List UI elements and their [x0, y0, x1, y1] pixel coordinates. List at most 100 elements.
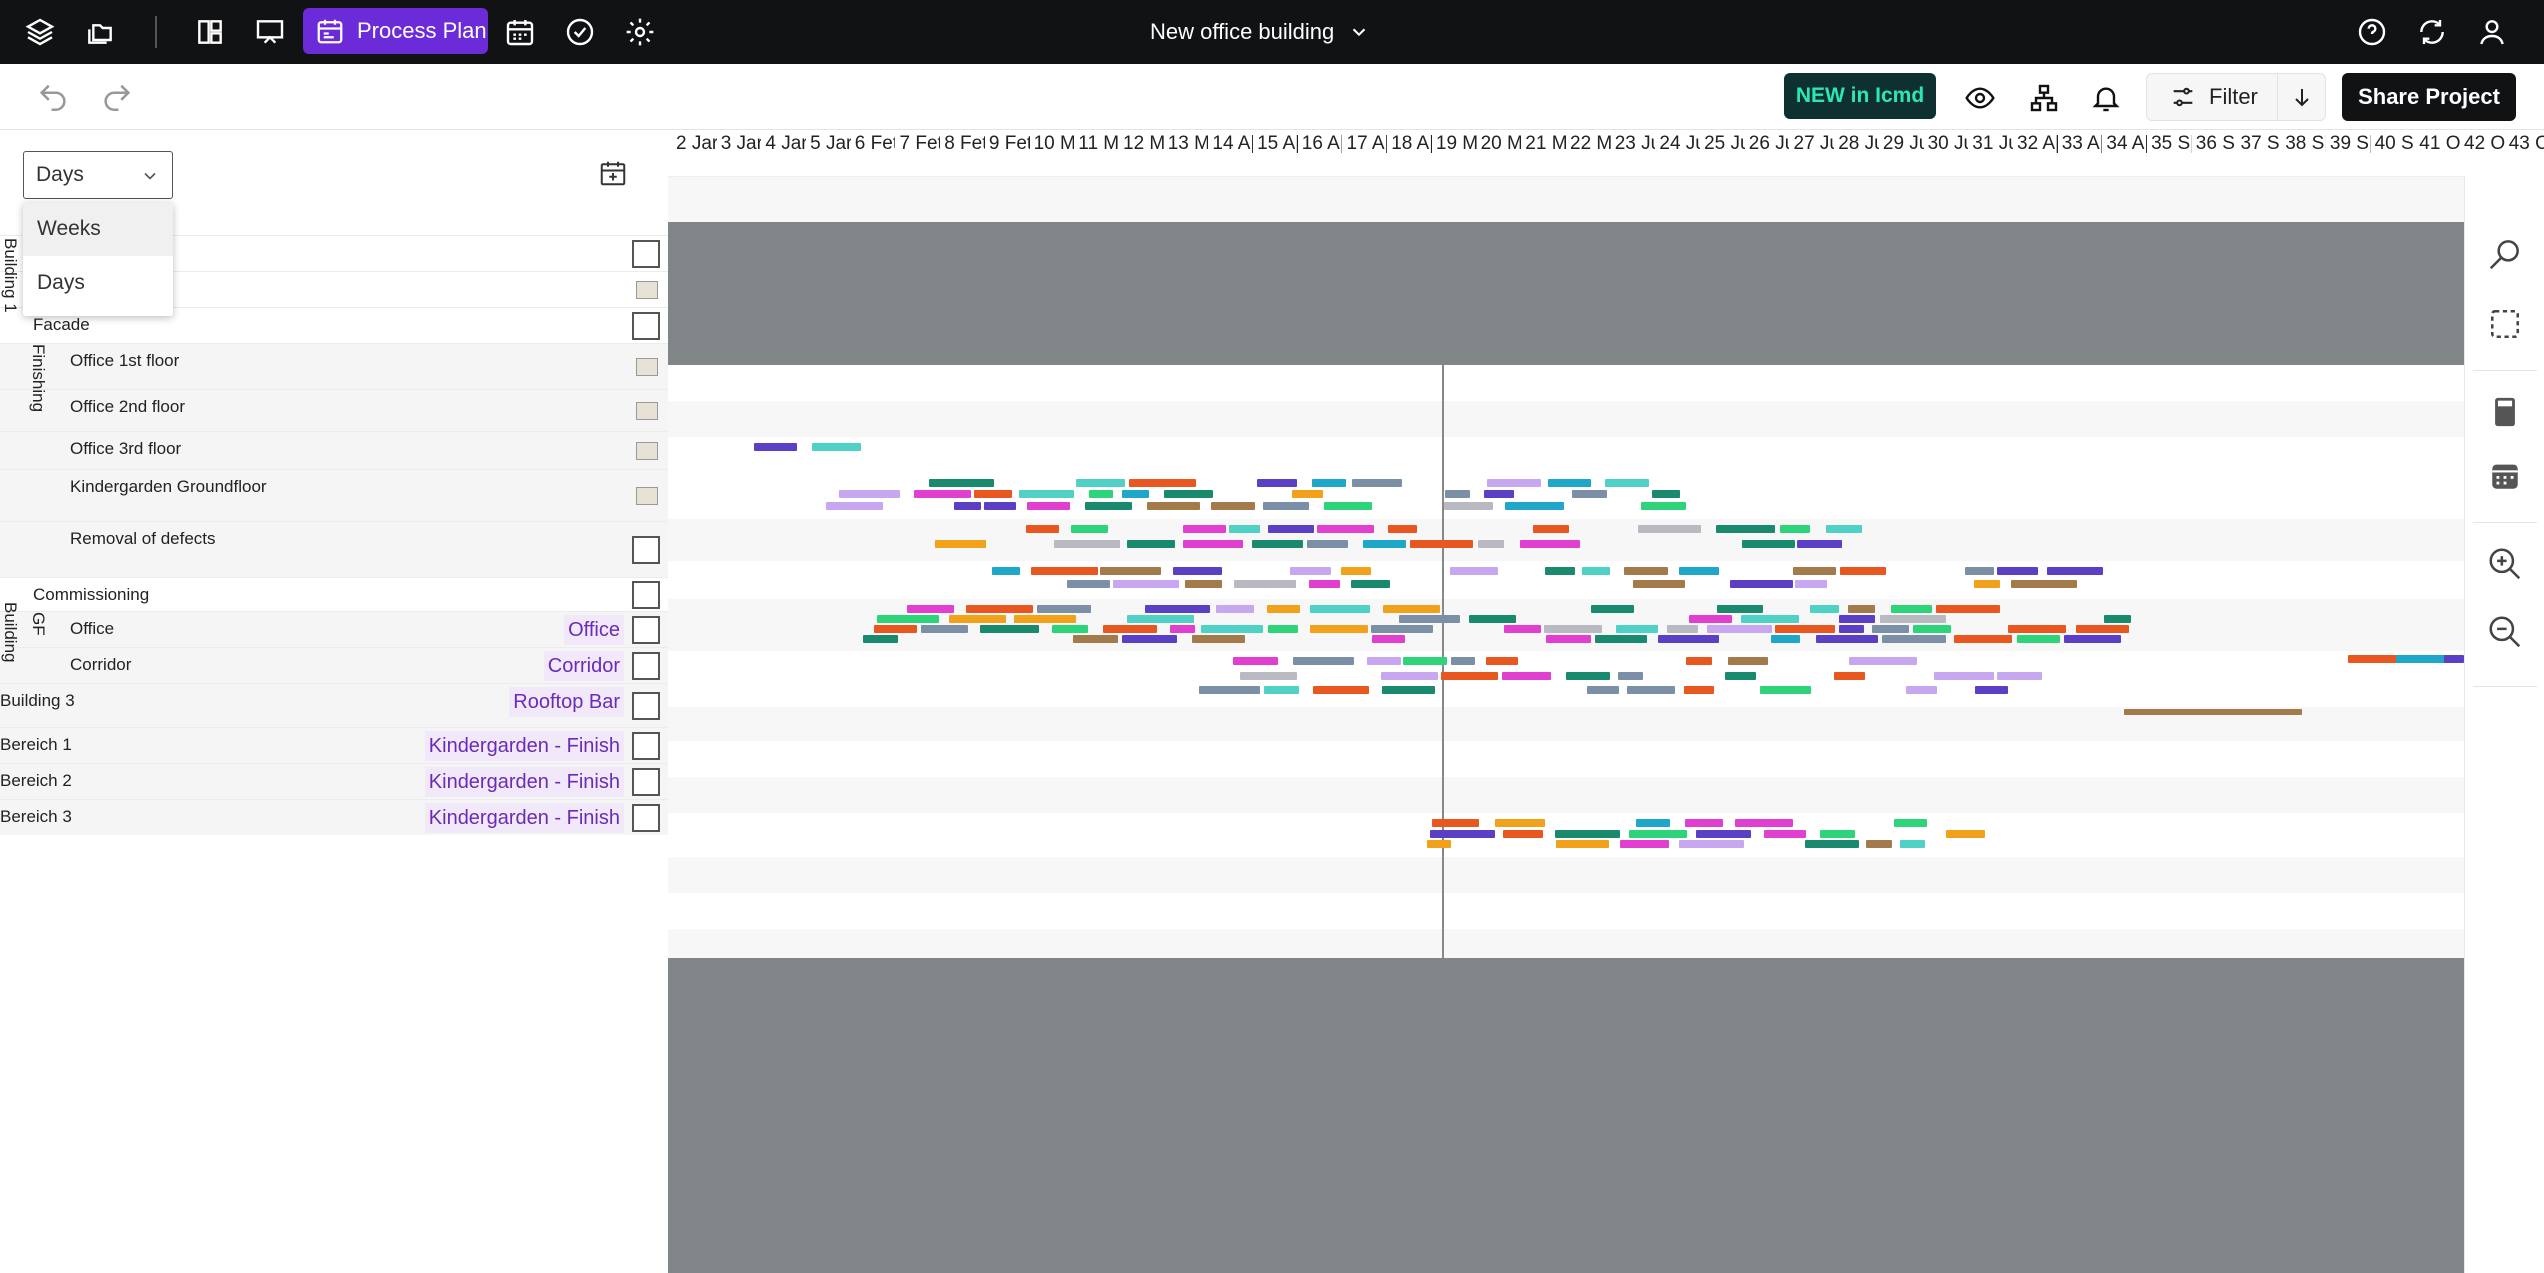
task-bar[interactable] — [1727, 657, 1769, 665]
row-item[interactable]: Kindergarden Groundfloor — [0, 469, 668, 521]
task-bar[interactable] — [1880, 615, 1946, 623]
task-bar[interactable] — [1503, 625, 1541, 633]
task-bar[interactable] — [1595, 635, 1648, 643]
task-bar[interactable] — [1997, 671, 2043, 680]
task-bar[interactable] — [1974, 580, 2000, 588]
row-item[interactable]: Office 2nd floor — [0, 389, 668, 431]
zoom-out-icon[interactable] — [2485, 612, 2525, 652]
task-bar[interactable] — [1232, 657, 1278, 665]
task-bar[interactable] — [934, 540, 987, 548]
task-bar[interactable] — [1191, 635, 1246, 643]
row-item[interactable]: Commissioning — [0, 577, 668, 611]
process-tag[interactable]: Kindergarden - Finish — [424, 731, 624, 761]
task-bar[interactable] — [1341, 567, 1372, 575]
task-bar[interactable] — [1628, 829, 1687, 838]
task-bar[interactable] — [1494, 819, 1545, 827]
task-bar[interactable] — [1267, 625, 1298, 633]
task-bar[interactable] — [1900, 840, 1926, 849]
sort-down-button[interactable] — [2278, 74, 2325, 120]
folders-icon[interactable] — [82, 14, 118, 50]
task-bar[interactable] — [2444, 655, 2464, 663]
process-tag[interactable]: Kindergarden - Finish — [424, 767, 624, 797]
task-bar[interactable] — [1145, 605, 1210, 613]
task-bar[interactable] — [1019, 490, 1074, 499]
row-item[interactable]: Office Office — [0, 611, 668, 647]
dashboard-icon[interactable] — [192, 14, 228, 50]
task-bar[interactable] — [948, 615, 1007, 623]
task-bar[interactable] — [1381, 686, 1435, 695]
row-checkbox[interactable] — [632, 616, 660, 644]
task-bar[interactable] — [1429, 829, 1495, 838]
task-bar[interactable] — [1735, 819, 1793, 827]
task-bar[interactable] — [1468, 615, 1517, 623]
task-bar[interactable] — [826, 501, 883, 510]
help-icon[interactable] — [2354, 14, 2390, 50]
task-bar[interactable] — [1543, 625, 1603, 633]
row-item[interactable]: Building 3 Rooftop Bar — [0, 683, 668, 727]
task-bar[interactable] — [1266, 605, 1300, 613]
task-bar[interactable] — [973, 490, 1012, 499]
process-tag[interactable]: Office — [564, 615, 624, 645]
task-bar[interactable] — [1637, 525, 1701, 533]
task-bar[interactable] — [1409, 540, 1473, 548]
task-bar[interactable] — [1572, 490, 1607, 499]
task-bar[interactable] — [1532, 525, 1570, 533]
task-bar[interactable] — [1544, 567, 1576, 575]
calendar-icon[interactable] — [502, 14, 538, 50]
task-bar[interactable] — [1444, 501, 1493, 510]
task-bar[interactable] — [1545, 635, 1591, 643]
task-bar[interactable] — [1146, 501, 1200, 510]
task-bar[interactable] — [1780, 525, 1811, 533]
task-bar[interactable] — [1715, 525, 1776, 533]
task-bar[interactable] — [1906, 686, 1937, 695]
task-bar[interactable] — [966, 605, 1033, 613]
floorplan-thumbnail[interactable] — [636, 402, 658, 420]
task-bar[interactable] — [1485, 657, 1518, 665]
gear-icon[interactable] — [622, 14, 658, 50]
task-bar[interactable] — [1683, 686, 1714, 695]
redo-icon[interactable] — [100, 80, 134, 114]
task-bar[interactable] — [1632, 580, 1685, 588]
task-bar[interactable] — [1794, 580, 1827, 588]
process-tag[interactable]: Kindergarden - Finish — [424, 803, 624, 833]
row-item[interactable]: Corridor Corridor — [0, 647, 668, 683]
task-bar[interactable] — [1070, 525, 1109, 533]
task-bar[interactable] — [1173, 567, 1223, 575]
task-bar[interactable] — [1881, 635, 1947, 643]
task-bar[interactable] — [1267, 525, 1315, 533]
process-tag[interactable]: Corridor — [543, 651, 624, 681]
task-bar[interactable] — [1211, 501, 1256, 510]
task-bar[interactable] — [1263, 501, 1310, 510]
task-bar[interactable] — [1623, 567, 1668, 575]
task-bar[interactable] — [1586, 686, 1620, 695]
new-in-icmd-badge[interactable]: NEW in Icmd — [1784, 73, 1936, 119]
row-checkbox[interactable] — [632, 536, 660, 564]
task-bar[interactable] — [1292, 657, 1355, 665]
task-bar[interactable] — [1089, 490, 1114, 499]
task-bar[interactable] — [1444, 490, 1470, 499]
calculator-icon[interactable] — [2485, 392, 2525, 432]
task-bar[interactable] — [1388, 525, 1417, 533]
task-bar[interactable] — [1565, 671, 1611, 680]
row-checkbox[interactable] — [632, 652, 660, 680]
project-switcher[interactable]: New office building — [1150, 14, 1370, 50]
task-bar[interactable] — [953, 501, 982, 510]
task-bar[interactable] — [1372, 635, 1405, 643]
task-bar[interactable] — [1311, 479, 1347, 487]
task-bar[interactable] — [1839, 567, 1886, 575]
check-circle-icon[interactable] — [562, 14, 598, 50]
process-plan-tab[interactable]: Process Plan — [303, 8, 488, 54]
task-bar[interactable] — [1307, 540, 1348, 548]
scale-option-weeks[interactable]: Weeks — [23, 202, 173, 256]
task-bar[interactable] — [921, 625, 968, 633]
floorplan-thumbnail[interactable] — [636, 358, 658, 376]
task-bar[interactable] — [1121, 490, 1150, 499]
scale-select[interactable]: Days — [23, 151, 173, 199]
task-bar[interactable] — [1652, 490, 1681, 499]
task-bar[interactable] — [1026, 525, 1059, 533]
task-bar[interactable] — [1839, 625, 1864, 633]
task-bar[interactable] — [1945, 829, 1986, 838]
task-bar[interactable] — [1053, 540, 1120, 548]
task-bar[interactable] — [1129, 479, 1197, 487]
share-project-button[interactable]: Share Project — [2342, 73, 2516, 121]
